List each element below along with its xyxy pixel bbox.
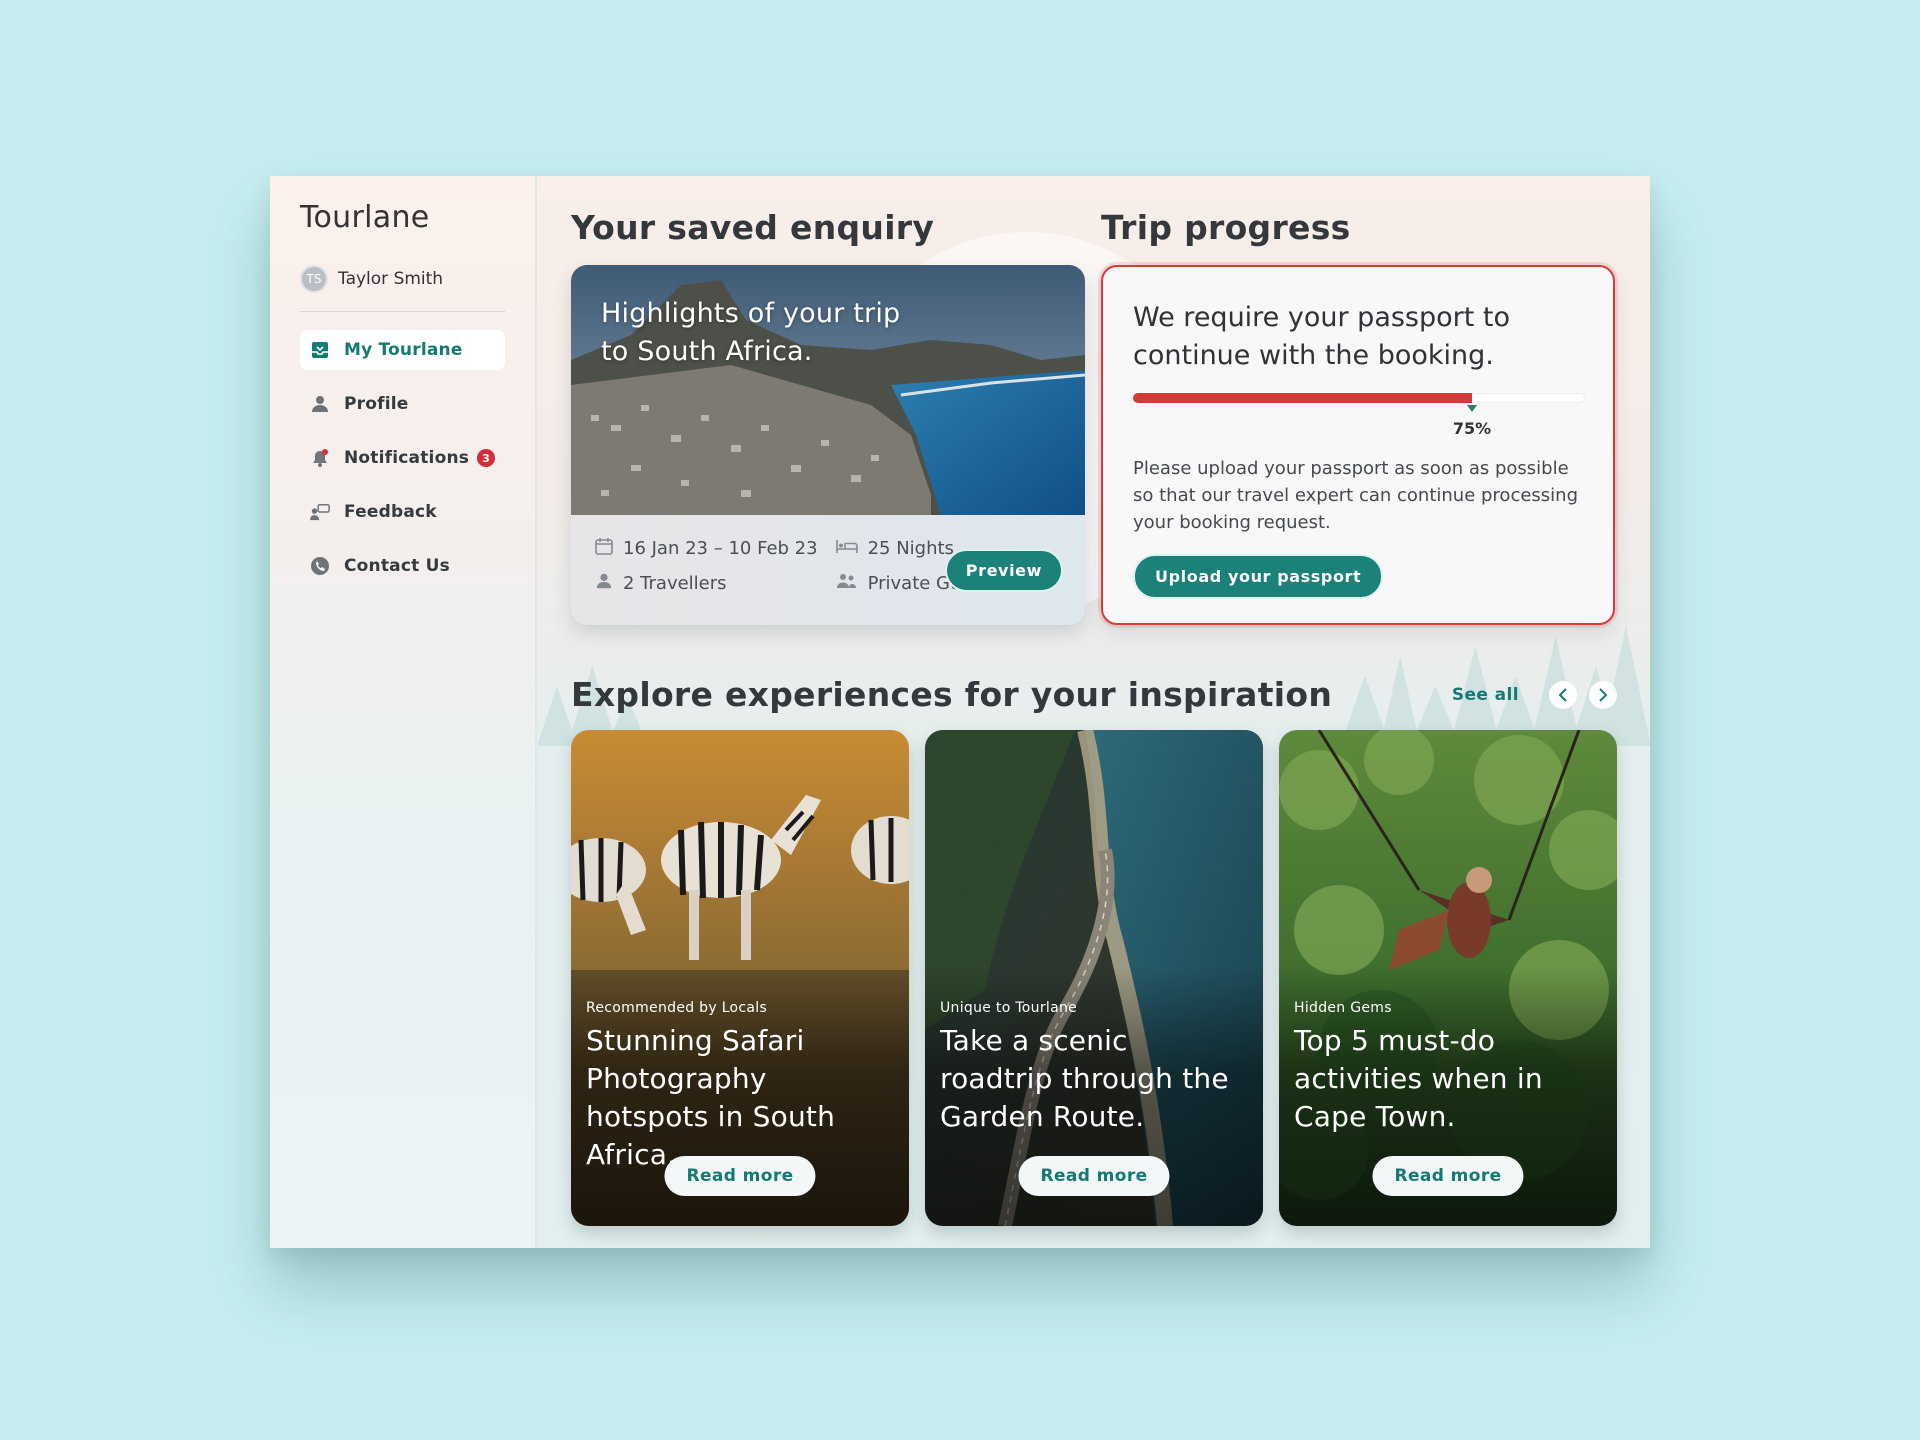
experience-card[interactable]: Unique to Tourlane Take a scenic roadtri… [925, 730, 1263, 1226]
sidebar-item-label: Contact Us [344, 556, 450, 576]
enquiry-image: Highlights of your trip to South Africa. [571, 265, 1085, 515]
trip-travellers: 2 Travellers [595, 572, 818, 595]
experience-card-content: Unique to Tourlane Take a scenic roadtri… [940, 1000, 1248, 1136]
sidebar-item-label: Notifications [344, 448, 470, 468]
bell-icon [310, 448, 330, 468]
feedback-icon [310, 502, 330, 522]
phone-icon [310, 556, 330, 576]
experience-card[interactable]: Hidden Gems Top 5 must-do activities whe… [1279, 730, 1617, 1226]
group-icon [836, 572, 858, 595]
experience-cards: Recommended by Locals Stunning Safari Ph… [571, 730, 1617, 1226]
sidebar-item-label: Profile [344, 394, 409, 414]
experience-tag: Unique to Tourlane [940, 1000, 1078, 1016]
chevron-left-icon[interactable] [1549, 680, 1577, 709]
enquiry-details: 16 Jan 23 – 10 Feb 23 25 Nights 2 Travel… [571, 515, 1085, 625]
read-more-button[interactable]: Read more [664, 1156, 816, 1196]
saved-enquiry-title: Your saved enquiry [571, 208, 935, 247]
experience-title: Top 5 must-do activities when in Cape To… [1294, 1024, 1543, 1133]
enquiry-heading: Highlights of your trip to South Africa. [601, 298, 901, 367]
explore-title: Explore experiences for your inspiration [571, 675, 1333, 714]
experience-card-content: Hidden Gems Top 5 must-do activities whe… [1294, 1000, 1602, 1136]
chevron-right-icon[interactable] [1589, 680, 1617, 709]
experience-title: Stunning Safari Photography hotspots in … [586, 1024, 836, 1171]
read-more-button[interactable]: Read more [1372, 1156, 1524, 1196]
trip-dates: 16 Jan 23 – 10 Feb 23 [595, 537, 818, 560]
carousel-controls: See all [1452, 680, 1617, 709]
experience-card-content: Recommended by Locals Stunning Safari Ph… [586, 1000, 894, 1174]
experience-card[interactable]: Recommended by Locals Stunning Safari Ph… [571, 730, 909, 1226]
notification-badge: 3 [477, 449, 495, 467]
sidebar-item-profile[interactable]: Profile [300, 384, 505, 424]
preview-button[interactable]: Preview [944, 549, 1063, 592]
top-row: Your saved enquiry Highlights of your tr… [571, 208, 1617, 625]
sidebar-item-contact-us[interactable]: Contact Us [300, 546, 505, 586]
sidebar-item-label: Feedback [344, 502, 437, 522]
experience-tag: Hidden Gems [1294, 1000, 1392, 1016]
main-content: Your saved enquiry Highlights of your tr… [537, 176, 1650, 1248]
trip-progress-card: We require your passport to continue wit… [1101, 265, 1615, 625]
read-more-button[interactable]: Read more [1018, 1156, 1170, 1196]
enquiry-card[interactable]: Highlights of your trip to South Africa.… [571, 265, 1085, 625]
calendar-icon [595, 537, 613, 560]
sidebar-item-label: My Tourlane [344, 340, 463, 360]
progress-bar: 75% [1133, 393, 1585, 438]
see-all-link[interactable]: See all [1452, 685, 1519, 705]
trip-progress-title: Trip progress [1101, 208, 1351, 247]
trip-progress-section: Trip progress We require your passport t… [1101, 208, 1615, 625]
experience-title: Take a scenic roadtrip through the Garde… [940, 1024, 1229, 1133]
app-window: Tourlane TS Taylor Smith My Tourlane Pro… [270, 176, 1650, 1248]
user-name: Taylor Smith [338, 269, 444, 289]
bed-icon [835, 538, 858, 559]
saved-enquiry-section: Your saved enquiry Highlights of your tr… [571, 208, 1085, 625]
experience-tag: Recommended by Locals [586, 1000, 768, 1016]
progress-label: 75% [1452, 419, 1492, 438]
trip-alert-body: Please upload your passport as soon as p… [1133, 458, 1579, 533]
trip-alert-heading: We require your passport to continue wit… [1133, 302, 1511, 371]
sidebar-item-my-tourlane[interactable]: My Tourlane [300, 330, 505, 370]
user-icon [595, 572, 613, 595]
brand-logo[interactable]: Tourlane [300, 200, 505, 235]
sidebar-item-notifications[interactable]: Notifications 3 [300, 438, 505, 478]
sidebar-item-feedback[interactable]: Feedback [300, 492, 505, 532]
sidebar-nav: My Tourlane Profile Notifications 3 Feed… [300, 330, 505, 586]
user-icon [310, 394, 330, 414]
explore-header: Explore experiences for your inspiration… [571, 675, 1617, 714]
inbox-icon [310, 340, 330, 360]
avatar: TS [300, 265, 328, 293]
upload-passport-button[interactable]: Upload your passport [1133, 554, 1384, 599]
progress-marker [1467, 405, 1477, 412]
sidebar: Tourlane TS Taylor Smith My Tourlane Pro… [270, 176, 537, 1248]
user-profile[interactable]: TS Taylor Smith [300, 265, 505, 312]
progress-fill [1133, 393, 1472, 403]
